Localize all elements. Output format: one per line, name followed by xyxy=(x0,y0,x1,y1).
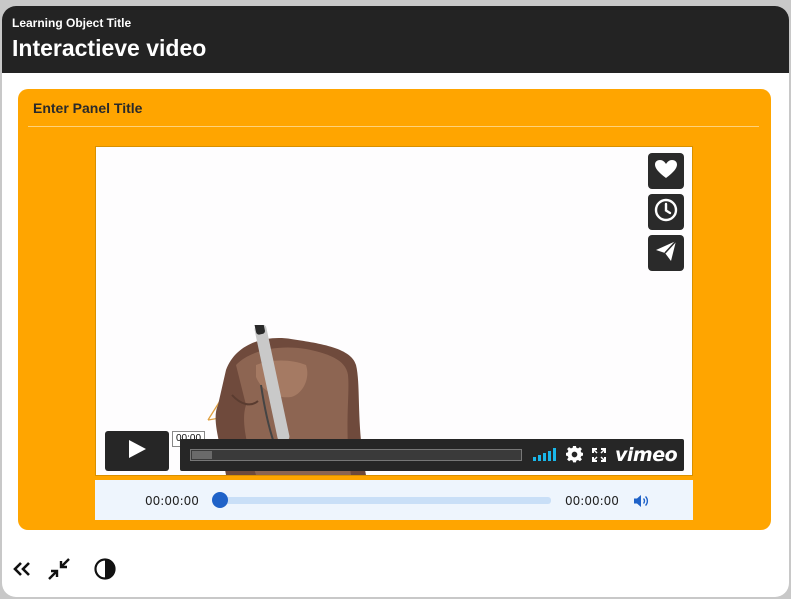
contrast-button[interactable] xyxy=(93,557,117,585)
volume-icon[interactable] xyxy=(533,447,559,466)
current-time: 00:00:00 xyxy=(145,494,199,508)
header: Learning Object Title Interactieve video xyxy=(2,6,789,73)
progress-loaded xyxy=(192,451,212,459)
duration: 00:00:00 xyxy=(565,494,619,508)
fullscreen-icon[interactable] xyxy=(592,448,606,467)
back-button[interactable] xyxy=(10,559,34,583)
play-icon xyxy=(126,438,148,465)
contrast-icon xyxy=(94,557,116,585)
collapse-icon xyxy=(48,557,70,585)
control-bar: vimeo xyxy=(180,439,684,471)
share-button[interactable] xyxy=(648,235,684,271)
clock-icon xyxy=(654,198,678,227)
vimeo-logo[interactable]: vimeo xyxy=(615,444,678,466)
speaker-icon[interactable] xyxy=(633,494,649,513)
like-button[interactable] xyxy=(648,153,684,189)
media-progress-bar: 00:00:00 00:00:00 xyxy=(95,480,693,520)
seek-handle[interactable] xyxy=(212,492,228,508)
send-icon xyxy=(654,239,678,268)
watch-later-button[interactable] xyxy=(648,194,684,230)
double-chevron-left-icon xyxy=(13,561,31,582)
content-panel: Enter Panel Title vimeo 00:00:00 00:00:0… xyxy=(18,89,771,530)
learning-object-title: Learning Object Title xyxy=(12,16,132,30)
video-player[interactable]: 00:00 xyxy=(95,146,693,476)
play-button[interactable] xyxy=(105,431,169,471)
panel-divider xyxy=(28,126,759,127)
progress-track[interactable] xyxy=(190,449,522,461)
heart-icon xyxy=(654,159,678,184)
collapse-button[interactable] xyxy=(47,557,71,585)
page-title: Interactieve video xyxy=(12,35,207,61)
panel-title: Enter Panel Title xyxy=(33,100,143,116)
seek-track[interactable] xyxy=(215,497,551,504)
settings-gear-icon[interactable] xyxy=(566,445,583,468)
app-window: Learning Object Title Interactieve video… xyxy=(2,6,789,597)
